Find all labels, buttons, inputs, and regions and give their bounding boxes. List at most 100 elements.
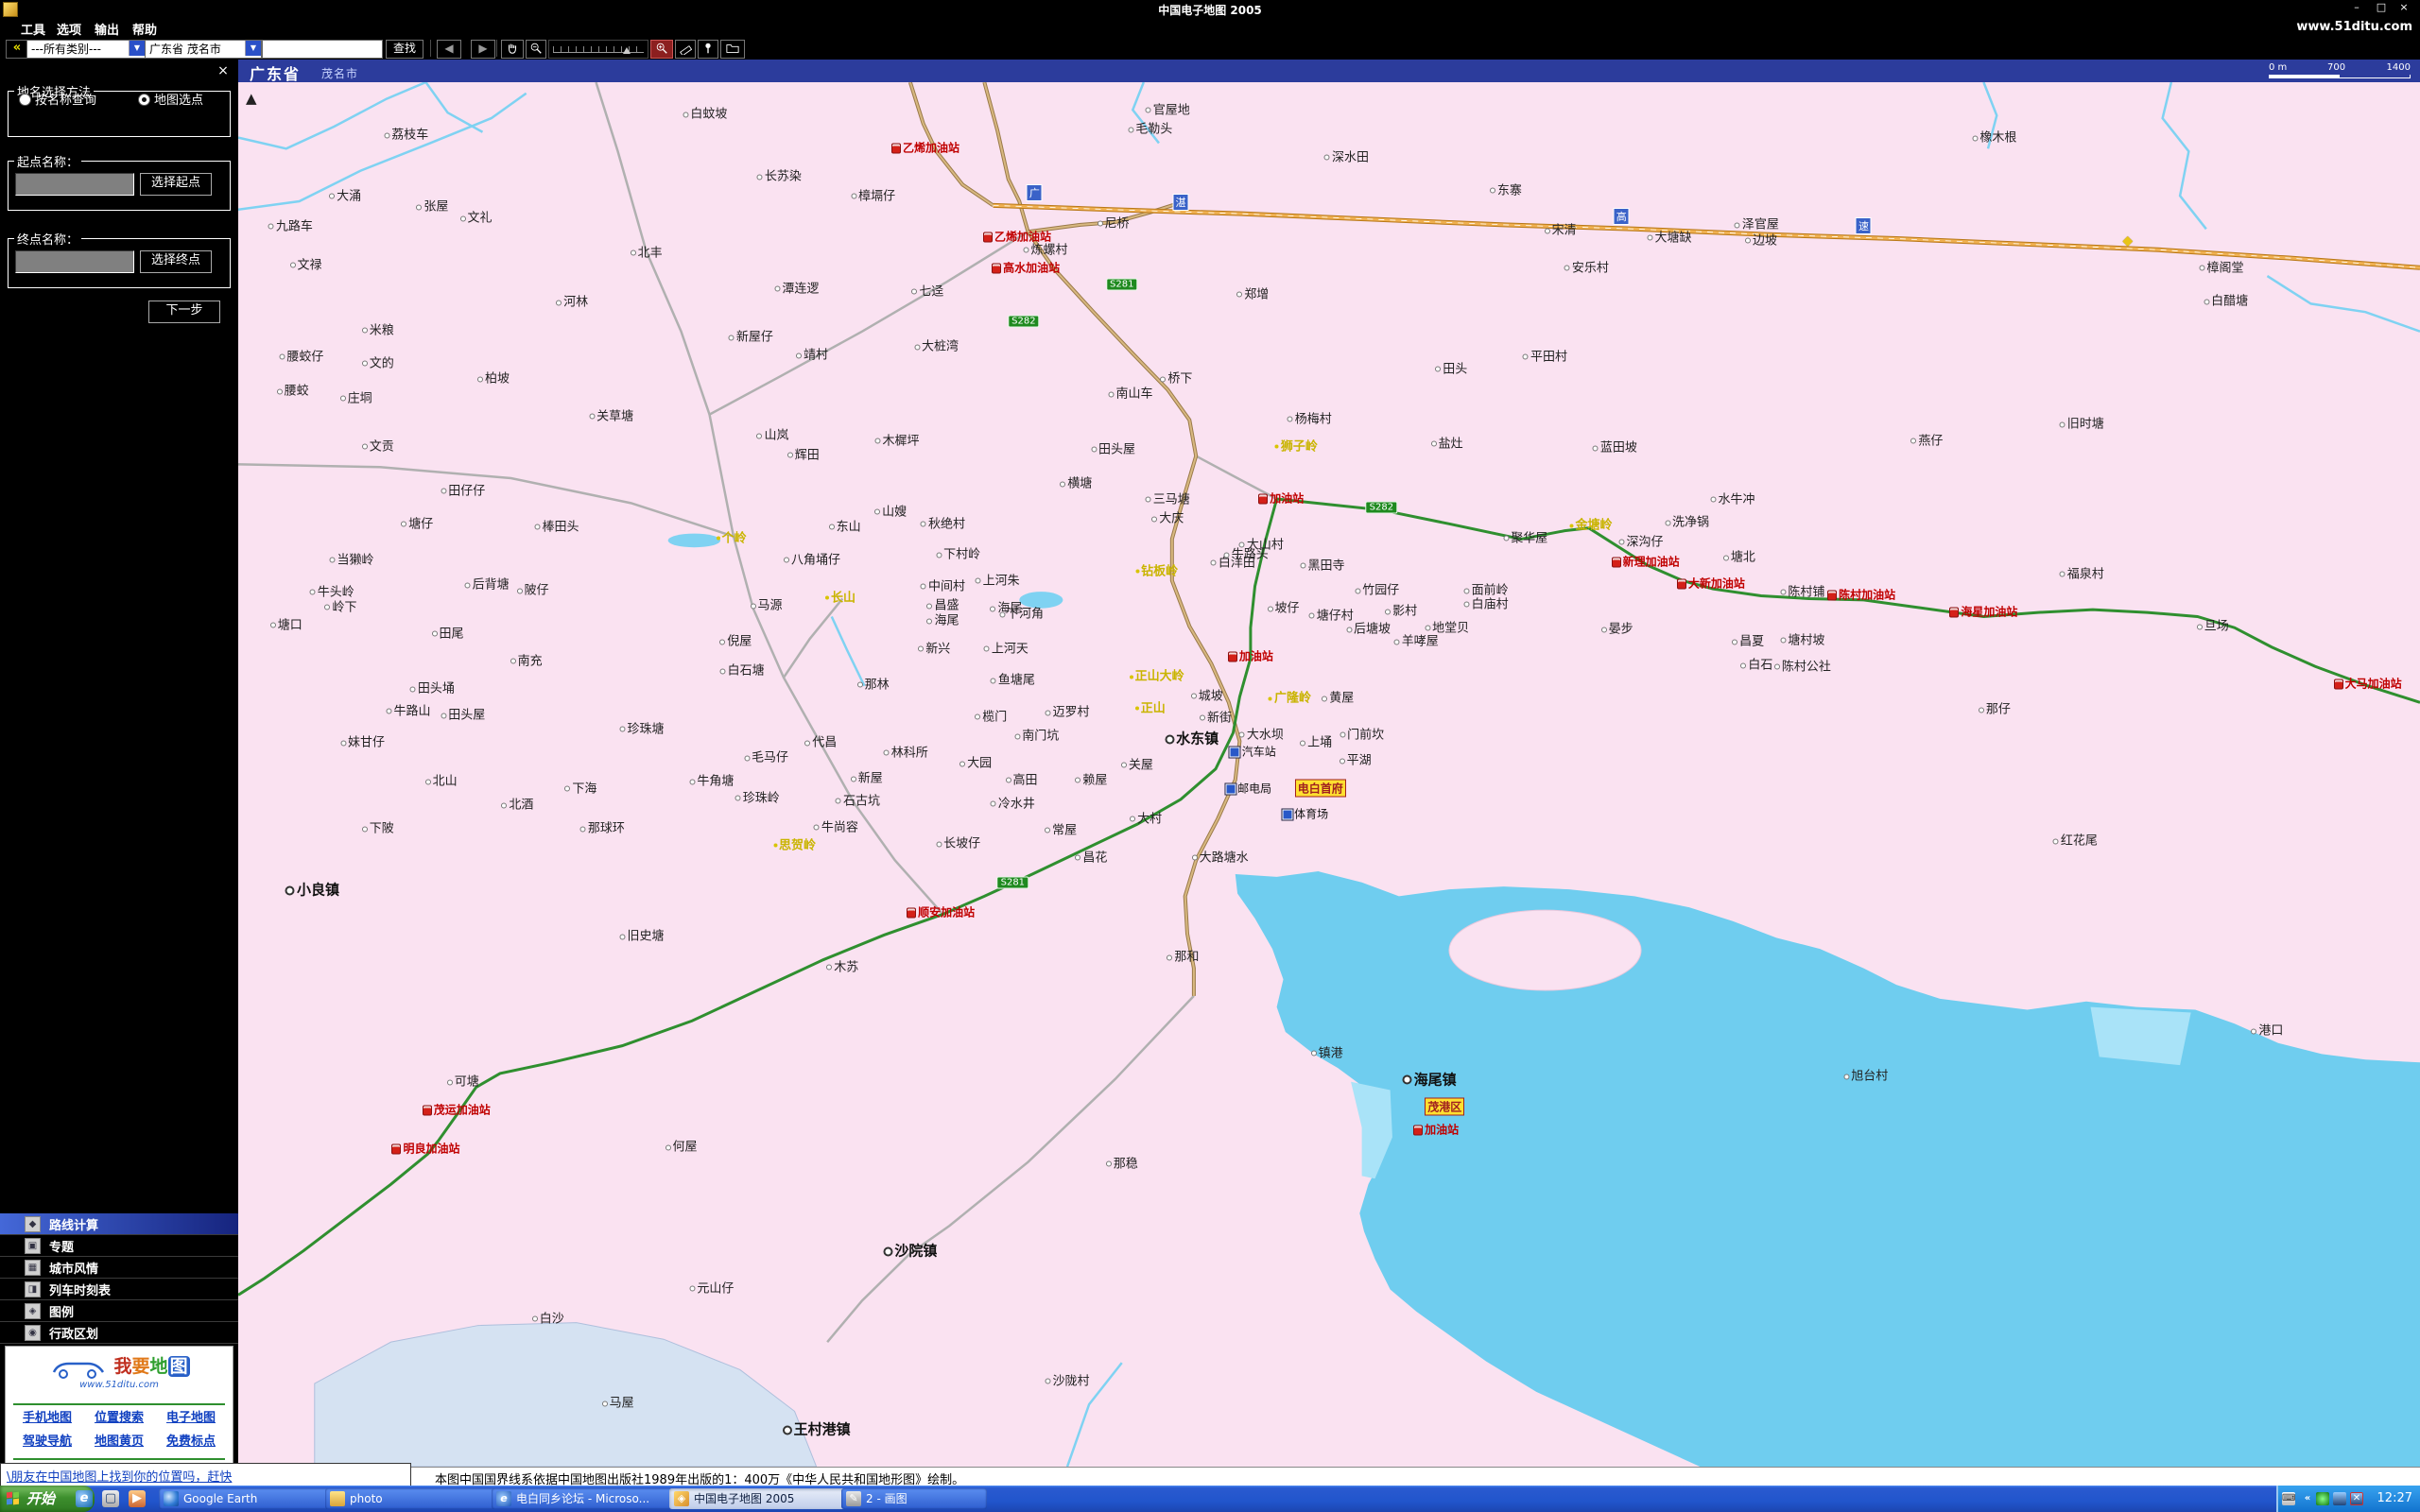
task-google-earth[interactable]: Google Earth [159,1488,352,1509]
start-point-input[interactable] [15,173,134,196]
village-label: 桥下 [1160,369,1192,387]
keyboard-icon[interactable]: ⌨ [2282,1492,2295,1505]
road-shield: S282 [1008,316,1039,328]
map-app-icon: ◈ [674,1491,689,1506]
panel-close-icon[interactable]: × [216,63,231,78]
radio-by-map[interactable]: 地图选点 [138,90,203,108]
pan-hand-icon[interactable] [501,40,524,59]
pick-end-button[interactable]: 选择终点 [140,250,212,273]
51ditu-logo[interactable]: 我要地图 www.51ditu.com [6,1352,233,1401]
back-button[interactable]: ◀ [437,40,461,59]
minimize-button[interactable]: – [2346,2,2367,14]
link-map-yellowpages[interactable]: 地图黄页 [83,1431,155,1449]
radio-icon[interactable] [19,94,31,106]
village-label: 长坡仔 [936,833,980,851]
village-label: 尼桥 [1097,213,1129,231]
zoom-slider[interactable] [548,40,648,59]
menu-tools[interactable]: 工具 [21,20,45,38]
admin-regions-icon: ◉ [25,1325,41,1341]
network-icon[interactable] [2333,1492,2346,1505]
village-label: 秋绝村 [921,513,965,531]
network-offline-icon[interactable]: ✕ [2350,1492,2363,1505]
zoom-in-icon[interactable] [650,40,673,59]
nav-city-scenes[interactable]: ▦ 城市风情 [0,1257,238,1279]
road-shield: S282 [1366,501,1397,513]
junction-diamond-icon: ◆ [2122,233,2133,249]
link-driving-nav[interactable]: 驾驶导航 [11,1431,83,1449]
pick-start-button[interactable]: 选择起点 [140,173,212,196]
toolbar-separator [496,40,497,57]
ridge-label: 思贺岭 [773,834,816,852]
next-step-button[interactable]: 下一步 [148,301,220,323]
map-canvas[interactable]: ▲ 荔枝车白蚊坡长苏染樟塥仔毛勒头官屋地深水田东寨橡木根宋清大塘缺泽官屋边坡安乐… [238,82,2420,1467]
village-label: 上河天 [984,638,1028,656]
village-label: 辉田 [787,444,820,462]
search-input[interactable] [262,40,383,59]
village-label: 白蚊坡 [683,104,727,122]
ridge-label: 狮子岭 [1275,436,1318,454]
nav-topics[interactable]: ▣ 专题 [0,1235,238,1257]
village-label: 晏步 [1601,619,1634,637]
link-location-search[interactable]: 位置搜索 [83,1407,155,1425]
marquee-strip[interactable]: \朋友在中国地图上找到你的位置吗，赶快 [0,1463,411,1487]
end-point-input[interactable] [15,250,134,273]
village-label: 迈罗村 [1046,702,1090,720]
village-label: 珍珠岭 [735,787,780,805]
task-paint[interactable]: ✎ 2 - 画图 [841,1488,987,1509]
link-mobile-map[interactable]: 手机地图 [11,1407,83,1425]
promo-panel: 我要地图 www.51ditu.com 手机地图 位置搜索 电子地图 驾驶导航 … [5,1346,233,1465]
village-label: 高田 [1006,769,1038,787]
zoom-out-icon[interactable] [526,40,546,59]
village-label: 木苏 [826,956,858,974]
link-free-marker[interactable]: 免费标点 [155,1431,227,1449]
chevron-down-icon[interactable]: ▼ [129,41,145,56]
maximize-button[interactable]: □ [2371,2,2392,14]
menu-output[interactable]: 输出 [95,20,119,38]
radio-by-name[interactable]: 按名称查询 [19,90,96,108]
city-scenes-icon: ▦ [25,1260,41,1276]
collapse-panel-button[interactable]: « [6,40,28,59]
find-button[interactable]: 查找 [386,40,424,59]
village-label: 影村 [1385,601,1417,619]
forward-button[interactable]: ▶ [471,40,495,59]
task-forum-browser[interactable]: e 电白同乡论坛 - Microso... [492,1488,696,1509]
task-label: 2 - 画图 [866,1492,908,1505]
category-select-value: ---所有类别--- [31,43,101,56]
ie-quicklaunch-icon[interactable]: e [76,1490,93,1507]
nav-legend[interactable]: ◈ 图例 [0,1300,238,1322]
open-folder-icon[interactable] [720,40,745,59]
task-photo-folder[interactable]: photo [325,1488,518,1509]
marquee-text: \朋友在中国地图上找到你的位置吗，赶快 [7,1467,232,1485]
chevron-down-icon[interactable]: ▼ [245,41,261,56]
train-schedule-icon: ◨ [25,1281,41,1297]
task-china-emap[interactable]: ◈ 中国电子地图 2005 [669,1488,868,1509]
measure-ruler-icon[interactable] [675,40,696,59]
link-e-map[interactable]: 电子地图 [155,1407,227,1425]
village-label: 榄门 [975,706,1007,724]
nav-route-calc[interactable]: ◆ 路线计算 [0,1213,238,1235]
close-button[interactable]: × [2394,2,2414,14]
tray-collapse-icon[interactable]: « [2301,1492,2314,1505]
village-label: 河林 [556,292,588,310]
menu-options[interactable]: 选项 [57,20,81,38]
security-icon[interactable] [2316,1492,2329,1505]
village-label: 坡仔 [1268,598,1300,616]
menu-help[interactable]: 帮助 [132,20,157,38]
region-select[interactable]: 广东省 茂名市 ▼ [145,40,262,59]
village-label: 新街 [1200,707,1232,725]
nav-admin-regions[interactable]: ◉ 行政区划 [0,1322,238,1344]
radio-icon-checked[interactable] [138,94,150,106]
pushpin-icon[interactable] [698,40,718,59]
show-desktop-icon[interactable]: ▢ [102,1490,119,1507]
village-label: 北丰 [631,242,663,260]
village-label: 黄屋 [1322,688,1354,706]
nav-train-schedule[interactable]: ◨ 列车时刻表 [0,1279,238,1300]
village-label: 荔枝车 [384,125,428,143]
village-label: 赖屋 [1075,769,1107,787]
village-label: 旭台村 [1843,1066,1888,1084]
media-player-icon[interactable]: ▶ [129,1490,146,1507]
category-select[interactable]: ---所有类别--- ▼ [26,40,146,59]
ridge-label: 长山 [825,587,856,605]
zoom-slider-thumb[interactable] [623,47,631,54]
town-label: 海尾镇 [1403,1069,1457,1089]
